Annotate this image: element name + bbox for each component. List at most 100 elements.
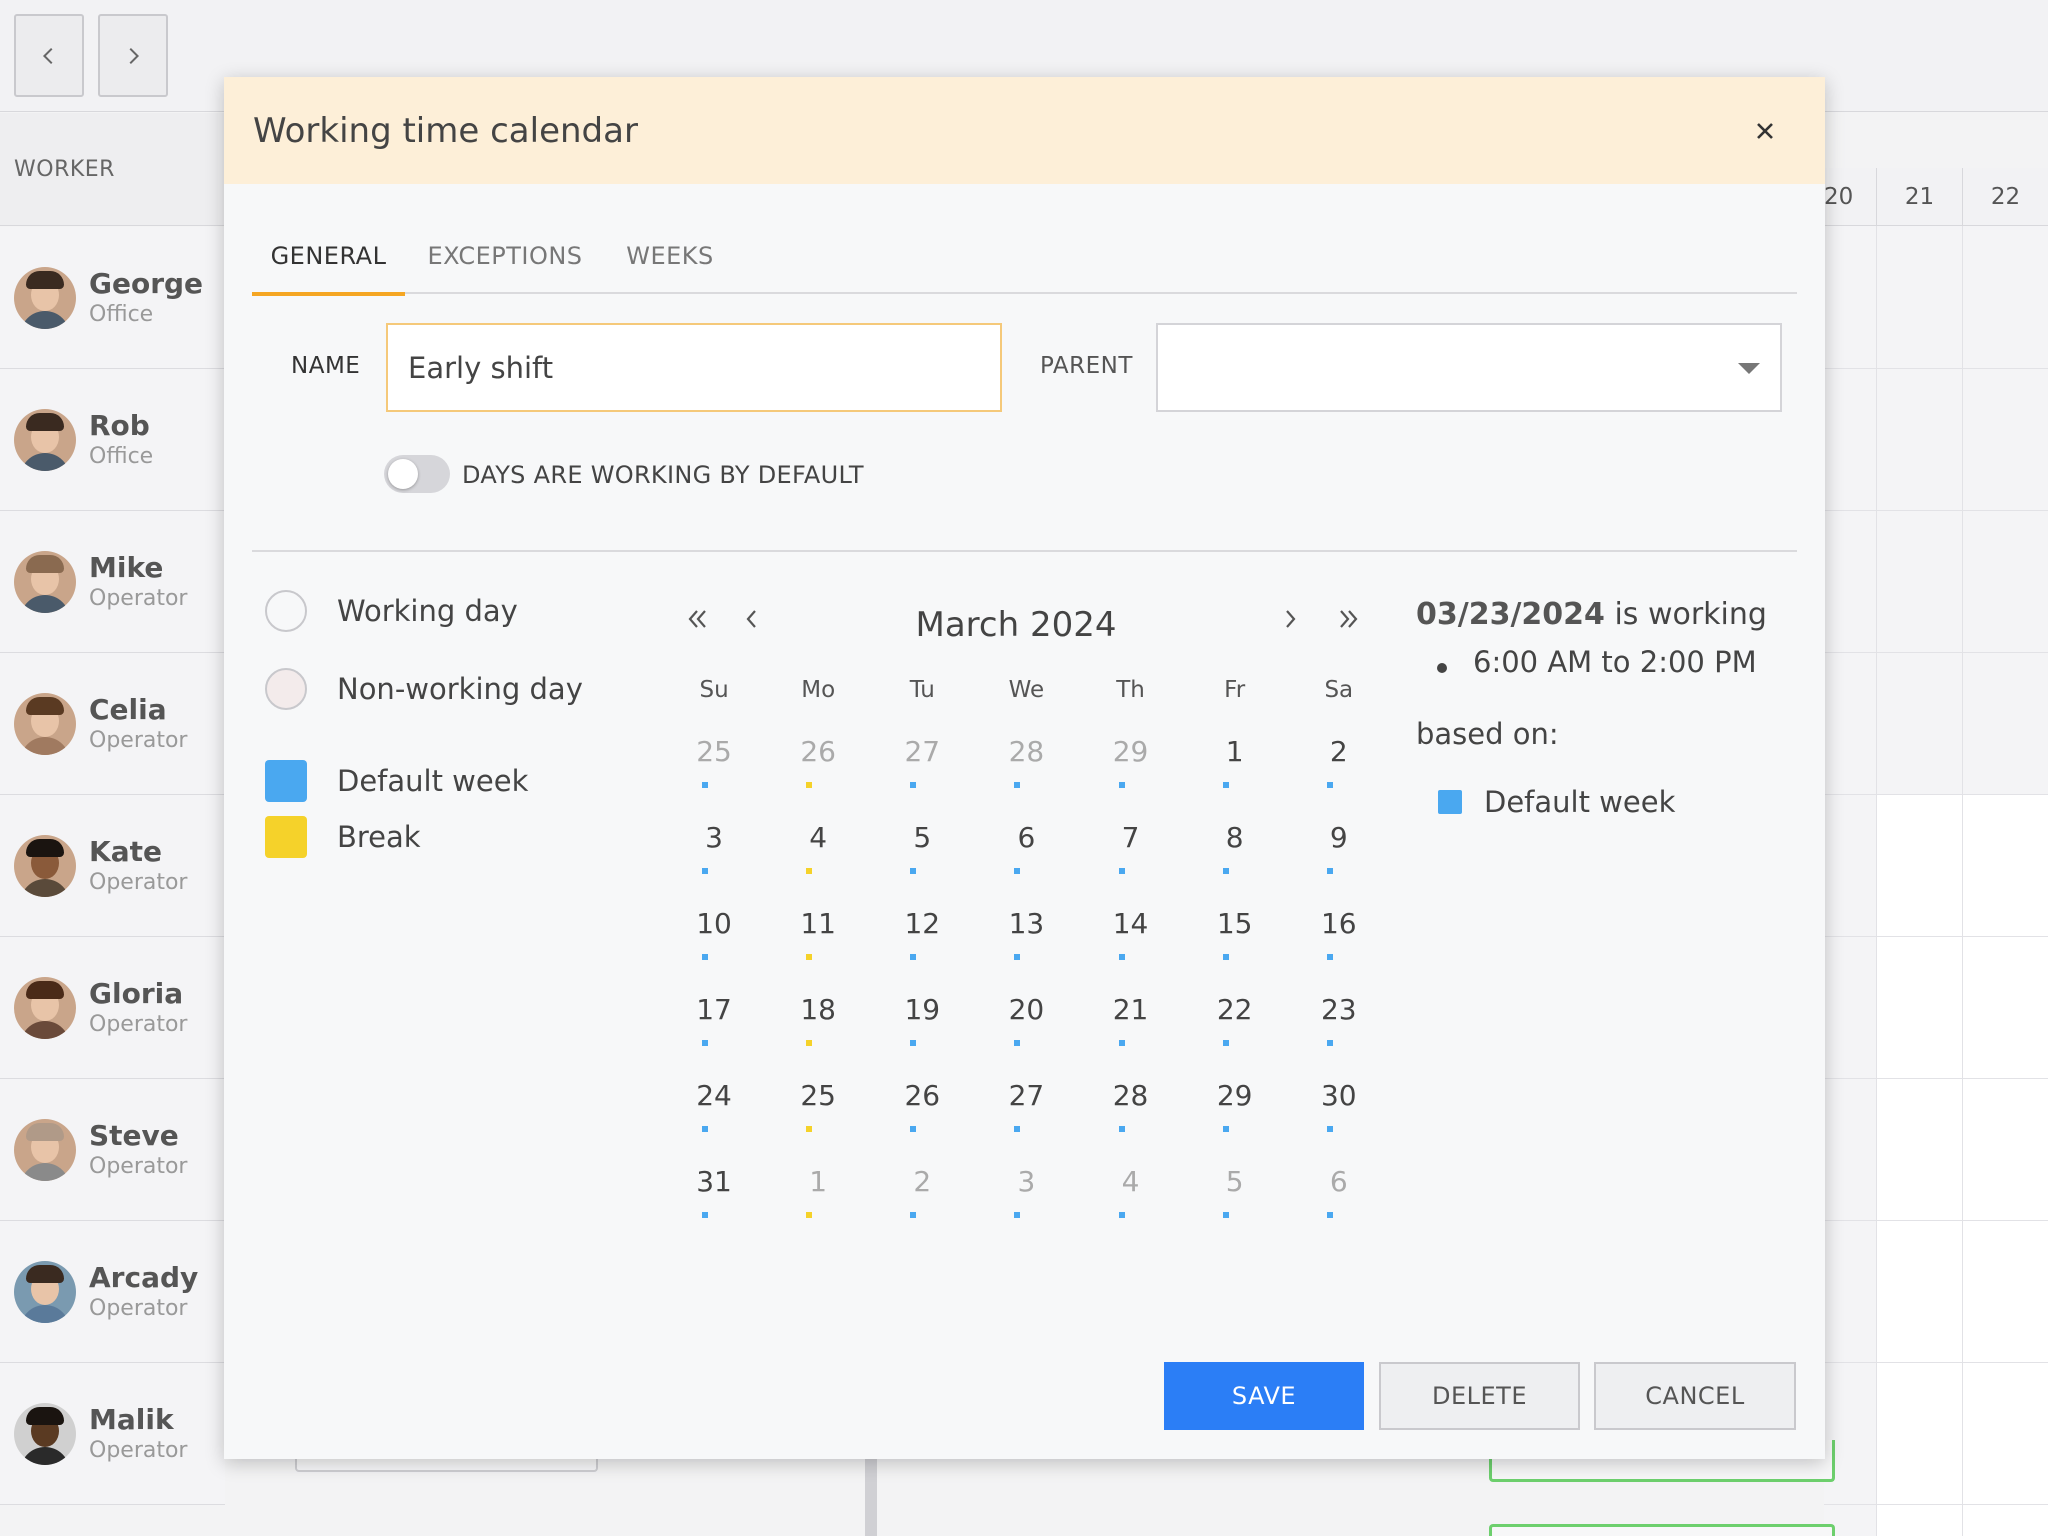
calendar-day[interactable]: 4 bbox=[1079, 1145, 1183, 1231]
calendar-day[interactable]: 11 bbox=[766, 887, 870, 973]
next-year-button[interactable] bbox=[1328, 599, 1368, 639]
worker-row[interactable]: Malik Operator bbox=[0, 1363, 225, 1505]
avatar bbox=[14, 1402, 76, 1465]
date-header-cell: 21 bbox=[1876, 168, 1962, 226]
calendar-day[interactable]: 9 bbox=[1287, 801, 1391, 887]
worker-name: Arcady bbox=[89, 1260, 199, 1294]
calendar-day[interactable]: 28 bbox=[974, 715, 1078, 801]
calendar-day[interactable]: 15 bbox=[1183, 887, 1287, 973]
calendar-day-number: 29 bbox=[1112, 735, 1149, 768]
calendar-day[interactable]: 17 bbox=[662, 973, 766, 1059]
worker-role: Operator bbox=[89, 1011, 188, 1037]
calendar-day[interactable]: 6 bbox=[974, 801, 1078, 887]
previous-year-button[interactable] bbox=[678, 599, 718, 639]
worker-row[interactable]: Kate Operator bbox=[0, 795, 225, 937]
calendar-day[interactable]: 3 bbox=[974, 1145, 1078, 1231]
save-button[interactable]: SAVE bbox=[1164, 1362, 1364, 1430]
timeline-grid bbox=[1824, 226, 2048, 1536]
calendar-day[interactable]: 26 bbox=[870, 1059, 974, 1145]
days-of-week-row: Su Mo Tu We Th Fr Sa bbox=[662, 665, 1391, 715]
legend-label: Default week bbox=[337, 764, 529, 798]
calendar-day-number: 5 bbox=[913, 821, 932, 854]
parent-select[interactable] bbox=[1156, 323, 1782, 412]
delete-button[interactable]: DELETE bbox=[1379, 1362, 1580, 1430]
previous-month-button[interactable] bbox=[732, 599, 772, 639]
calendar-day[interactable]: 25 bbox=[662, 715, 766, 801]
calendar-day[interactable]: 1 bbox=[766, 1145, 870, 1231]
calendar-day[interactable]: 14 bbox=[1079, 887, 1183, 973]
grid-line bbox=[1876, 226, 1877, 1536]
calendar-day-number: 13 bbox=[1008, 907, 1045, 940]
parent-label: PARENT bbox=[1040, 353, 1133, 379]
tab-exceptions[interactable]: EXCEPTIONS bbox=[405, 234, 605, 294]
calendar-day[interactable]: 20 bbox=[974, 973, 1078, 1059]
grid-line bbox=[1824, 652, 2048, 653]
avatar bbox=[14, 1260, 76, 1323]
close-icon bbox=[1757, 123, 1773, 139]
days-working-toggle[interactable] bbox=[384, 455, 450, 493]
calendar-day[interactable]: 28 bbox=[1079, 1059, 1183, 1145]
default-week-indicator bbox=[702, 1126, 708, 1132]
previous-button[interactable] bbox=[14, 14, 84, 97]
calendar-day[interactable]: 21 bbox=[1079, 973, 1183, 1059]
worker-row[interactable]: Mike Operator bbox=[0, 511, 225, 653]
default-week-indicator bbox=[910, 868, 917, 874]
calendar-day[interactable]: 2 bbox=[1287, 715, 1391, 801]
avatar bbox=[14, 1118, 76, 1181]
calendar-day[interactable]: 7 bbox=[1079, 801, 1183, 887]
calendar-day[interactable]: 10 bbox=[662, 887, 766, 973]
tab-general[interactable]: GENERAL bbox=[252, 234, 405, 296]
calendar-day[interactable]: 13 bbox=[974, 887, 1078, 973]
calendar-day[interactable]: 26 bbox=[766, 715, 870, 801]
calendar-day[interactable]: 16 bbox=[1287, 887, 1391, 973]
break-indicator bbox=[806, 1040, 813, 1046]
calendar-day[interactable]: 25 bbox=[766, 1059, 870, 1145]
working-time-range: 6:00 AM to 2:00 PM bbox=[1473, 645, 1757, 679]
day-of-week-label: Tu bbox=[909, 677, 935, 703]
tab-weeks[interactable]: WEEKS bbox=[605, 234, 735, 294]
calendar-day[interactable]: 23 bbox=[1287, 973, 1391, 1059]
next-month-button[interactable] bbox=[1270, 599, 1310, 639]
calendar-grid: Su Mo Tu We Th Fr Sa 25 26 27 28 29 1 2 3 4 5 6 7 8 9 10 11 12… bbox=[662, 665, 1391, 1231]
worker-row[interactable]: Steve Operator bbox=[0, 1079, 225, 1221]
calendar-day[interactable]: 2 bbox=[870, 1145, 974, 1231]
calendar-day[interactable]: 5 bbox=[1183, 1145, 1287, 1231]
name-input[interactable]: Early shift bbox=[386, 323, 1002, 412]
calendar-day[interactable]: 8 bbox=[1183, 801, 1287, 887]
worker-row[interactable]: Gloria Operator bbox=[0, 937, 225, 1079]
calendar-day[interactable]: 31 bbox=[662, 1145, 766, 1231]
calendar-day[interactable]: 4 bbox=[766, 801, 870, 887]
calendar-day-number: 28 bbox=[1008, 735, 1045, 768]
calendar-day[interactable]: 24 bbox=[662, 1059, 766, 1145]
calendar-day[interactable]: 5 bbox=[870, 801, 974, 887]
worker-name: Celia bbox=[89, 692, 167, 726]
calendar-day-number: 31 bbox=[696, 1165, 732, 1198]
calendar-day[interactable]: 1 bbox=[1183, 715, 1287, 801]
default-week-indicator bbox=[1326, 1212, 1333, 1218]
calendar-day[interactable]: 22 bbox=[1183, 973, 1287, 1059]
calendar-day[interactable]: 6 bbox=[1287, 1145, 1391, 1231]
event-bar[interactable] bbox=[1489, 1524, 1835, 1536]
default-week-indicator bbox=[1222, 782, 1229, 788]
calendar-day[interactable]: 18 bbox=[766, 973, 870, 1059]
calendar-day[interactable]: 27 bbox=[974, 1059, 1078, 1145]
default-week-indicator bbox=[1014, 954, 1021, 960]
working-time-calendar-dialog: Working time calendar GENERAL EXCEPTIONS… bbox=[224, 77, 1825, 1459]
calendar-day[interactable]: 27 bbox=[870, 715, 974, 801]
worker-row[interactable]: George Office bbox=[0, 227, 225, 369]
calendar-day[interactable]: 29 bbox=[1183, 1059, 1287, 1145]
legend-non-working-day: Non-working day bbox=[265, 668, 583, 710]
calendar-day[interactable]: 29 bbox=[1079, 715, 1183, 801]
calendar-day[interactable]: 30 bbox=[1287, 1059, 1391, 1145]
chevron-right-icon bbox=[1286, 610, 1296, 628]
worker-row[interactable]: Arcady Operator bbox=[0, 1221, 225, 1363]
cancel-button[interactable]: CANCEL bbox=[1594, 1362, 1796, 1430]
worker-row[interactable]: Celia Operator bbox=[0, 653, 225, 795]
calendar-day[interactable]: 12 bbox=[870, 887, 974, 973]
worker-row[interactable]: Rob Office bbox=[0, 369, 225, 511]
calendar-day[interactable]: 3 bbox=[662, 801, 766, 887]
next-button[interactable] bbox=[98, 14, 168, 97]
calendar-day-number: 8 bbox=[1225, 821, 1244, 854]
close-button[interactable] bbox=[1745, 111, 1785, 151]
calendar-day[interactable]: 19 bbox=[870, 973, 974, 1059]
